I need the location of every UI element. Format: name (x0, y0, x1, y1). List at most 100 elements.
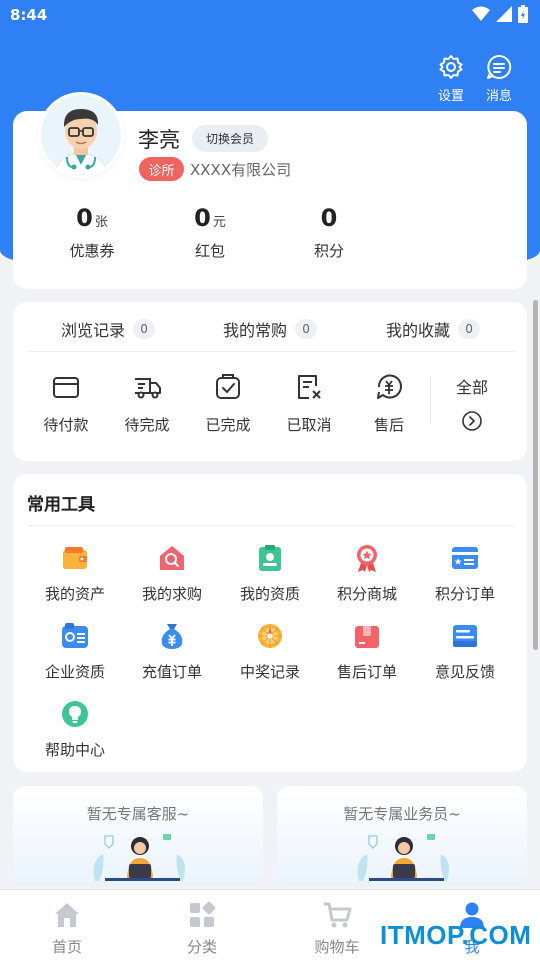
order-pending-completion[interactable]: 待完成 (107, 372, 187, 435)
order-label: 待完成 (124, 416, 170, 434)
tool-feedback[interactable]: 意见反馈 (416, 621, 514, 682)
service-illustration (93, 834, 185, 881)
wallet-color-icon (63, 547, 87, 569)
status-icons (472, 5, 528, 23)
prize-wheel-icon (258, 624, 282, 648)
business-card-icon (62, 623, 88, 648)
watermark-logo: ITMOP.COM (380, 920, 532, 950)
tool-label: 我的资质 (239, 585, 300, 603)
gear-icon (439, 55, 463, 79)
tool-label: 充值订单 (141, 663, 202, 681)
tool-recharge-orders[interactable]: 充值订单 (123, 621, 221, 682)
category-icon (190, 901, 216, 927)
tab-browse-history[interactable]: 浏览记录 0 (61, 317, 156, 341)
after-sale-icon (377, 374, 402, 399)
all-orders-button[interactable]: 全部 (440, 374, 504, 432)
order-after-sale[interactable]: 售后 (349, 372, 429, 435)
order-label: 已取消 (286, 416, 332, 434)
cancel-doc-icon (298, 375, 321, 399)
company-name: XXXX有限公司 (190, 161, 292, 179)
avatar[interactable] (38, 92, 124, 178)
stat-unit: 元 (212, 215, 226, 230)
tool-label: 我的求购 (141, 585, 202, 603)
status-bar: 8:44 (0, 0, 540, 30)
customer-service-card[interactable]: 暂无专属客服~ (13, 786, 263, 886)
nav-label: 分类 (186, 938, 217, 956)
medal-icon (357, 545, 377, 572)
nav-home[interactable]: 首页 (27, 900, 107, 957)
settings-button[interactable]: 设置 (438, 54, 464, 104)
card-icon (452, 547, 478, 569)
clinic-badge: 诊所 (139, 157, 184, 181)
salesperson-text: 暂无专属业务员~ (343, 805, 461, 823)
order-label: 售后 (373, 416, 404, 434)
all-orders-label: 全部 (455, 378, 488, 397)
feedback-icon (453, 625, 477, 647)
stat-label: 优惠券 (69, 242, 115, 260)
chevron-right-circle-icon (462, 411, 482, 431)
stat-label: 积分 (313, 242, 344, 260)
delivery-truck-icon (135, 378, 161, 399)
cart-icon (324, 902, 352, 928)
messages-button[interactable]: 消息 (486, 54, 512, 104)
switch-member-button[interactable]: 切换会员 (192, 125, 268, 152)
tool-after-sale-orders[interactable]: 售后订单 (318, 621, 416, 682)
tool-label: 帮助中心 (44, 741, 105, 759)
nav-category[interactable]: 分类 (162, 900, 242, 957)
money-bag-icon (161, 624, 183, 649)
settings-label: 设置 (437, 89, 464, 104)
tab-count: 0 (458, 319, 481, 339)
doctor-avatar-icon (41, 95, 121, 175)
tool-label: 企业资质 (44, 663, 105, 681)
tool-help-center[interactable]: 帮助中心 (26, 699, 124, 760)
order-pending-payment[interactable]: 待付款 (26, 372, 106, 435)
order-cancelled[interactable]: 已取消 (269, 372, 349, 435)
tab-favorites[interactable]: 我的收藏 0 (386, 317, 481, 341)
tool-enterprise-qualifications[interactable]: 企业资质 (26, 621, 124, 682)
tool-my-qualifications[interactable]: 我的资质 (221, 543, 319, 604)
stat-points[interactable]: 0 积分 (279, 204, 379, 261)
tool-label: 售后订单 (336, 663, 397, 681)
tool-label: 积分订单 (434, 585, 495, 603)
tab-frequent-purchases[interactable]: 我的常购 0 (223, 317, 318, 341)
tab-label: 我的常购 (223, 321, 288, 340)
tool-label: 我的资产 (44, 585, 105, 603)
stat-value: 0 (76, 204, 93, 232)
scrollbar[interactable] (533, 300, 538, 650)
tool-my-assets[interactable]: 我的资产 (26, 543, 124, 604)
customer-service-text: 暂无专属客服~ (86, 805, 190, 823)
tool-my-requests[interactable]: 我的求购 (123, 543, 221, 604)
home-icon (55, 903, 79, 927)
stat-red-packets[interactable]: 0元 红包 (160, 204, 260, 261)
tab-count: 0 (295, 319, 318, 339)
stat-coupons[interactable]: 0张 优惠券 (42, 204, 142, 261)
signal-icon (496, 6, 512, 22)
salesperson-card[interactable]: 暂无专属业务员~ (277, 786, 527, 886)
nav-label: 购物车 (314, 938, 360, 956)
gift-box-icon (355, 626, 379, 648)
tool-points-orders[interactable]: 积分订单 (416, 543, 514, 604)
divider (430, 376, 431, 424)
search-house-icon (160, 546, 184, 570)
divider (27, 351, 514, 352)
tool-label: 积分商城 (336, 585, 397, 603)
tool-prize-records[interactable]: 中奖记录 (221, 621, 319, 682)
service-illustration (357, 834, 449, 881)
tab-label: 浏览记录 (61, 321, 126, 340)
stat-value: 0 (194, 204, 211, 232)
nav-label: 首页 (51, 938, 82, 956)
user-name: 李亮 (138, 128, 180, 152)
order-completed[interactable]: 已完成 (188, 372, 268, 435)
battery-icon (518, 5, 528, 23)
wifi-icon (472, 6, 490, 21)
message-icon (486, 54, 512, 79)
tool-points-mall[interactable]: 积分商城 (318, 543, 416, 604)
nav-cart[interactable]: 购物车 (297, 900, 377, 957)
stat-unit: 张 (94, 215, 108, 230)
tools-title: 常用工具 (27, 495, 95, 515)
certificate-icon (259, 545, 281, 571)
wallet-icon (53, 377, 79, 398)
stat-label: 红包 (194, 242, 225, 260)
order-label: 待付款 (43, 416, 89, 434)
tool-label: 意见反馈 (434, 663, 495, 681)
